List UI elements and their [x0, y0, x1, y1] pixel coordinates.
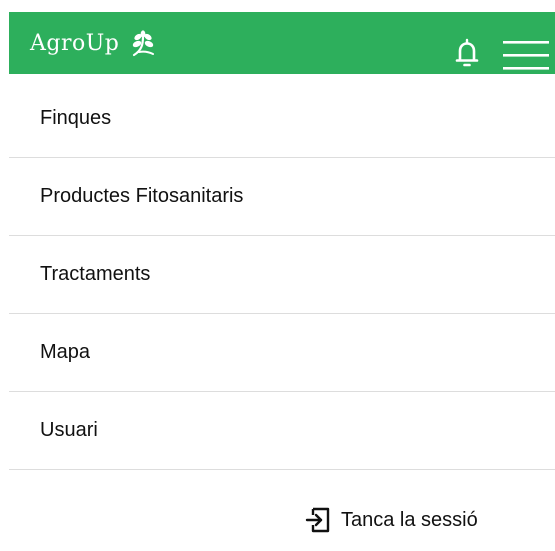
- menu-item-usuari[interactable]: Usuari: [9, 392, 555, 470]
- leaf-icon: [133, 30, 155, 57]
- menu-item-productes-fitosanitaris[interactable]: Productes Fitosanitaris: [9, 158, 555, 236]
- menu-item-label: Usuari: [40, 419, 98, 441]
- logout-button[interactable]: Tanca la sessió: [305, 504, 478, 536]
- menu-item-finques[interactable]: Finques: [9, 80, 555, 158]
- brand-logo[interactable]: AgroUp: [30, 30, 157, 58]
- logout-label: Tanca la sessió: [341, 508, 478, 531]
- menu-item-mapa[interactable]: Mapa: [9, 314, 555, 392]
- menu-item-label: Productes Fitosanitaris: [40, 185, 244, 207]
- menu-item-tractaments[interactable]: Tractaments: [9, 236, 555, 314]
- menu-item-label: Finques: [40, 107, 112, 129]
- top-bar: AgroUp: [9, 12, 555, 74]
- app-root: AgroUp Finques Productes Fitosanitaris T…: [0, 0, 555, 551]
- logout-icon: [305, 507, 330, 533]
- hamburger-menu-icon[interactable]: [503, 39, 549, 73]
- menu-item-label: Mapa: [40, 341, 91, 363]
- bell-icon[interactable]: [453, 38, 481, 70]
- nav-menu: Finques Productes Fitosanitaris Tractame…: [9, 80, 555, 470]
- brand-name: AgroUp: [30, 31, 120, 56]
- menu-item-label: Tractaments: [40, 263, 151, 285]
